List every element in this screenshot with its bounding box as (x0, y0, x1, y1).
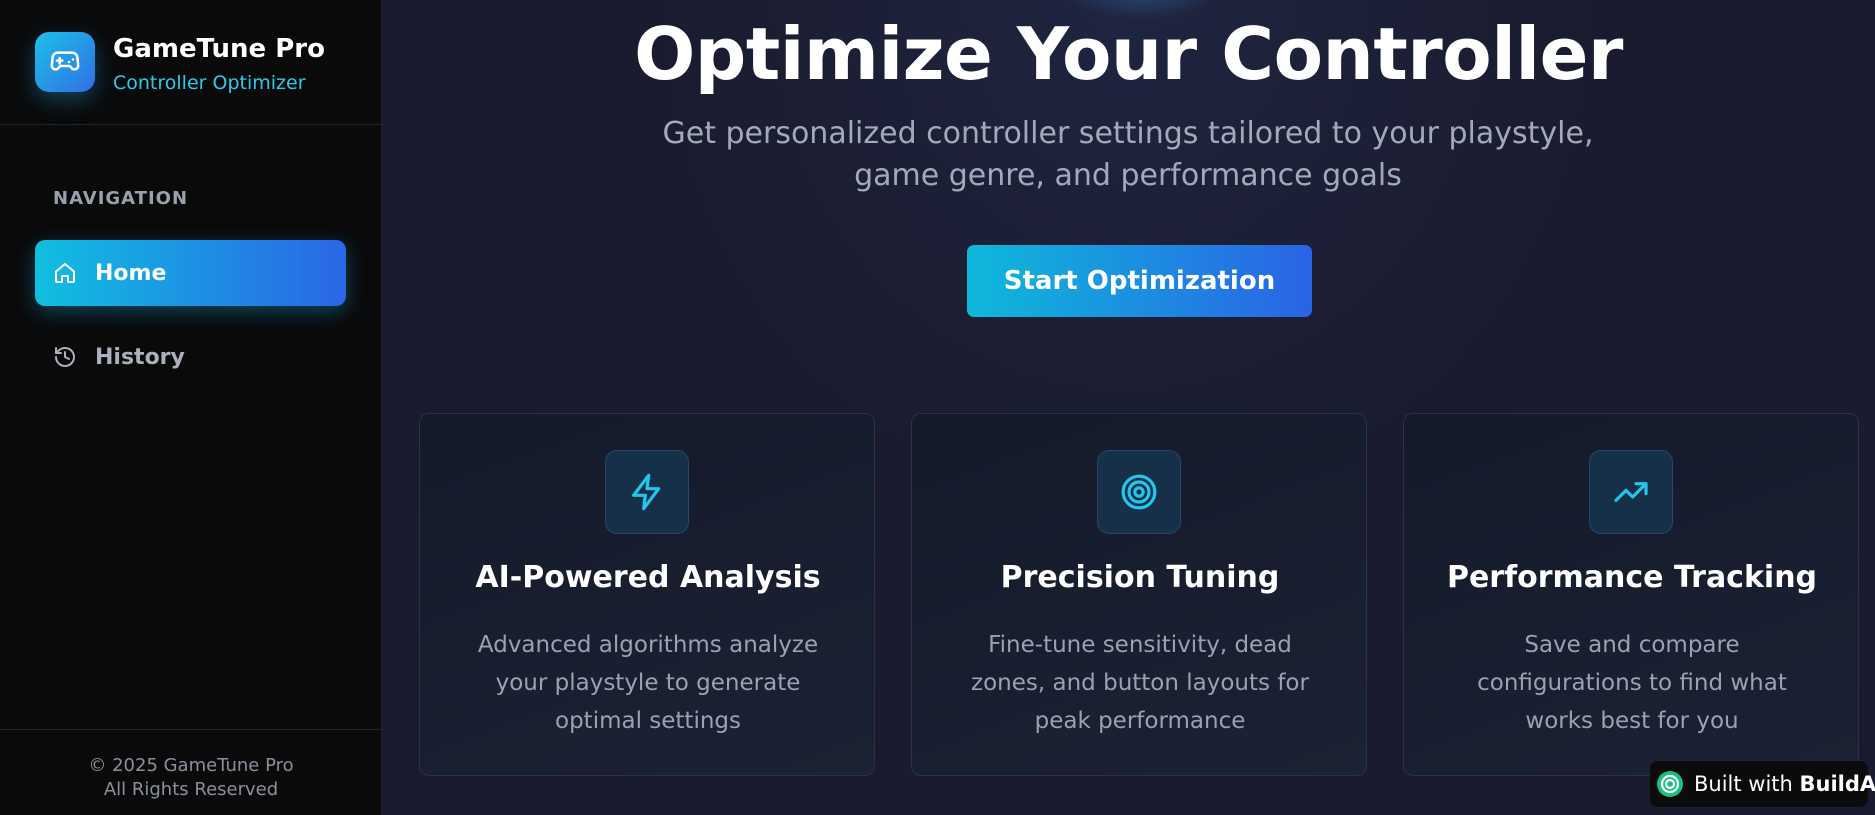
start-optimization-button[interactable]: Start Optimization (967, 245, 1312, 317)
feature-description: Save and compare configurations to find … (1477, 632, 1787, 734)
feature-description: Advanced algorithms analyze your playsty… (477, 632, 819, 734)
home-icon (52, 260, 78, 286)
sidebar: GameTune Pro Controller Optimizer NAVIGA… (0, 0, 382, 815)
buildai-logo-icon (1656, 770, 1684, 798)
page-title: Optimize Your Controller (634, 12, 1623, 96)
brand-subtitle: Controller Optimizer (113, 72, 306, 94)
rights-text: All Rights Reserved (103, 779, 279, 800)
main-content: Optimize Your Controller Get personalize… (382, 0, 1875, 815)
feature-card-performance-tracking: Performance Tracking Save and compare co… (1403, 413, 1859, 776)
feature-title: Performance Tracking (1446, 560, 1818, 595)
feature-description: Fine-tune sensitivity, dead zones, and b… (971, 632, 1309, 734)
sidebar-item-history[interactable]: History (35, 324, 346, 390)
sidebar-footer: © 2025 GameTune Pro All Rights Reserved (0, 729, 382, 815)
target-icon (1097, 450, 1181, 534)
sidebar-item-home[interactable]: Home (35, 240, 346, 306)
brand-title: GameTune Pro (113, 34, 325, 64)
copyright-text: © 2025 GameTune Pro (88, 755, 294, 776)
sidebar-item-label: History (95, 344, 185, 370)
sidebar-item-label: Home (95, 260, 167, 286)
badge-brand: BuildAI (1799, 772, 1875, 796)
history-icon (52, 344, 78, 370)
brand-header: GameTune Pro Controller Optimizer (0, 0, 382, 125)
app-root: GameTune Pro Controller Optimizer NAVIGA… (0, 0, 1875, 815)
trending-up-icon (1589, 450, 1673, 534)
feature-title: Precision Tuning (1000, 560, 1280, 595)
badge-prefix: Built with (1694, 772, 1800, 796)
feature-card-precision-tuning: Precision Tuning Fine-tune sensitivity, … (911, 413, 1367, 776)
badge-text: Built with BuildAI (1694, 772, 1875, 796)
nav-heading: NAVIGATION (53, 188, 189, 209)
built-with-badge[interactable]: Built with BuildAI (1650, 761, 1875, 807)
hero-subtitle: Get personalized controller settings tai… (662, 116, 1594, 193)
feature-title: AI-Powered Analysis (475, 560, 821, 595)
feature-card-ai-analysis: AI-Powered Analysis Advanced algorithms … (419, 413, 875, 776)
gamepad-icon[interactable] (35, 32, 95, 92)
lightning-icon (605, 450, 689, 534)
